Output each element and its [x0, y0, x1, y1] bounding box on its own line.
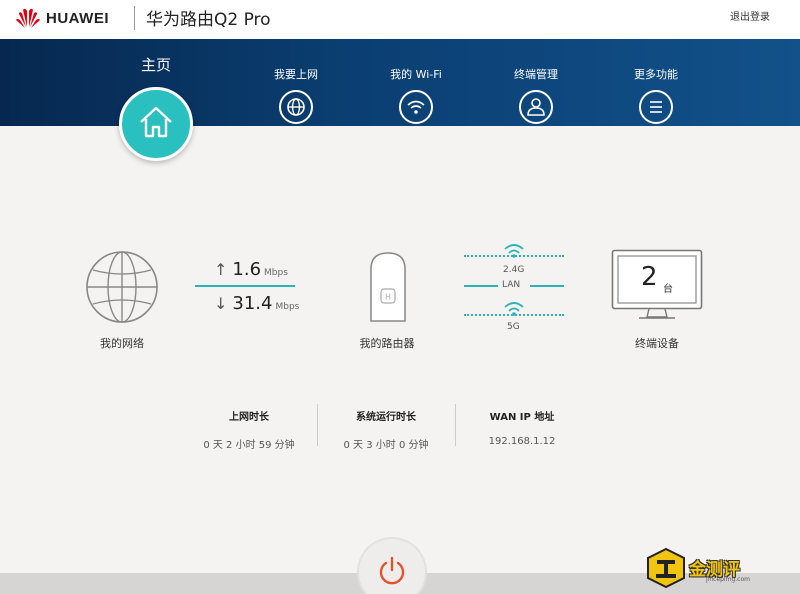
svg-text:H: H [385, 293, 391, 302]
nav-home-label: 主页 [140, 56, 171, 74]
devices-label: 终端设备 [635, 337, 679, 350]
power-icon [379, 556, 405, 585]
nav-item-label: 更多功能 [634, 68, 678, 81]
download-unit: Mbps [275, 302, 300, 312]
my-router-label: 我的路由器 [359, 337, 415, 350]
nav-item-label: 终端管理 [514, 68, 558, 81]
wan-ip-title: WAN IP 地址 [489, 412, 555, 423]
logout-link[interactable]: 退出登录 [730, 8, 770, 23]
lan-label: LAN [502, 280, 521, 290]
wifi-icon [399, 90, 433, 124]
menu-icon [639, 90, 673, 124]
product-title: 华为路由Q2 Pro [146, 10, 271, 30]
system-uptime-value: 0 天 3 小时 0 分钟 [343, 440, 429, 451]
wifi-24-icon [504, 244, 524, 258]
nav-item-more[interactable]: 更多功能 [606, 39, 706, 125]
online-duration-value: 0 天 2 小时 59 分钟 [203, 440, 295, 451]
system-uptime: 系统运行时长 0 天 3 小时 0 分钟 [326, 408, 446, 451]
lan-link-right [530, 285, 564, 287]
download-speed: ↓ 31.4 Mbps [214, 293, 299, 314]
band-5-label: 5G [507, 322, 520, 332]
power-button[interactable] [359, 539, 425, 594]
download-value: 31.4 [232, 293, 273, 314]
nav-item-label: 我要上网 [274, 68, 318, 81]
nav-item-label: 我的 Wi-Fi [390, 68, 442, 81]
user-icon [519, 90, 553, 124]
lan-link-left [464, 285, 498, 287]
download-arrow-icon: ↓ [214, 294, 228, 313]
info-divider [317, 404, 318, 446]
wan-ip: WAN IP 地址 192.168.1.12 [462, 408, 582, 447]
upload-speed: ↑ 1.6 Mbps [214, 259, 288, 280]
my-network-label: 我的网络 [100, 337, 144, 350]
online-duration: 上网时长 0 天 2 小时 59 分钟 [189, 408, 309, 451]
info-divider [455, 404, 456, 446]
home-icon [140, 106, 172, 138]
upload-arrow-icon: ↑ [214, 260, 228, 279]
wifi-5g-icon [504, 302, 524, 316]
globe-icon [279, 90, 313, 124]
nav-item-wifi[interactable]: 我的 Wi-Fi [366, 39, 466, 125]
router-icon[interactable]: H [368, 251, 408, 323]
system-uptime-title: 系统运行时长 [356, 412, 416, 423]
device-count-unit: 台 [663, 284, 673, 295]
home-button[interactable] [119, 87, 193, 161]
network-globe-icon[interactable] [85, 250, 159, 324]
watermark-subtext: jincepimg.com [706, 576, 750, 583]
device-count: 2 [641, 262, 658, 292]
wan-ip-value: 192.168.1.12 [488, 436, 556, 447]
nav-item-internet[interactable]: 我要上网 [246, 39, 346, 125]
upload-value: 1.6 [232, 259, 262, 280]
nav-item-devices[interactable]: 终端管理 [486, 39, 586, 125]
speed-divider [195, 285, 295, 287]
top-bar: HUAWEI 华为路由Q2 Pro 退出登录 [0, 0, 800, 39]
huawei-logo: HUAWEI [16, 7, 109, 29]
huawei-flower-icon [16, 8, 40, 28]
brand-name: HUAWEI [46, 9, 109, 27]
upload-unit: Mbps [264, 268, 288, 278]
online-duration-title: 上网时长 [229, 412, 269, 423]
band-24-label: 2.4G [503, 265, 525, 275]
watermark-logo-icon [647, 548, 685, 588]
brand-divider [134, 6, 135, 30]
